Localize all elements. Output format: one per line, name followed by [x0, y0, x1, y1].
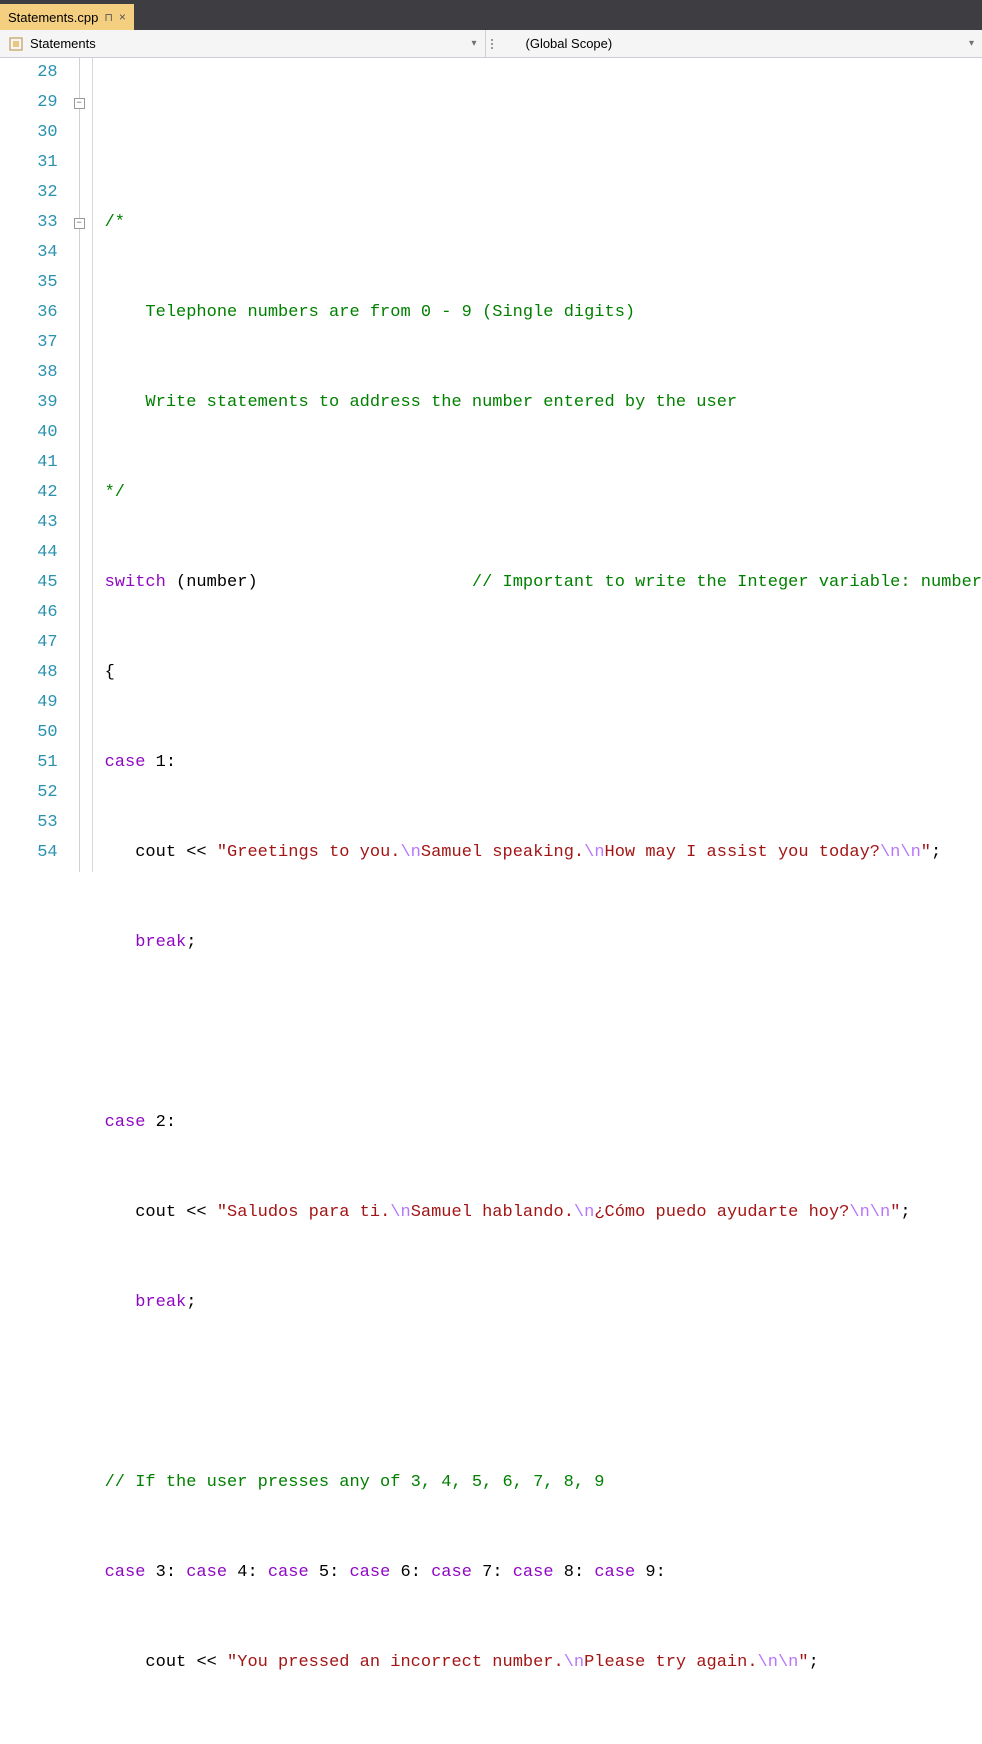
line-number: 37	[0, 328, 58, 358]
line-number: 35	[0, 268, 58, 298]
line-number: 46	[0, 598, 58, 628]
line-number: 29	[0, 88, 58, 118]
line-number: 52	[0, 778, 58, 808]
line-number: 30	[0, 118, 58, 148]
class-scope-label: Statements	[30, 36, 96, 51]
line-number: 48	[0, 658, 58, 688]
line-number: 40	[0, 418, 58, 448]
line-number: 31	[0, 148, 58, 178]
line-number: 42	[0, 478, 58, 508]
line-number: 54	[0, 838, 58, 868]
line-number: 38	[0, 358, 58, 388]
line-number-gutter: 2829303132333435363738394041424344454647…	[0, 58, 72, 872]
navigation-bar: Statements ▾ (Global Scope) ▾	[0, 30, 982, 58]
class-scope-dropdown[interactable]: Statements ▾	[0, 30, 486, 57]
line-number: 43	[0, 508, 58, 538]
pin-icon[interactable]: ⊓	[104, 11, 113, 24]
line-number: 53	[0, 808, 58, 838]
code-editor[interactable]: 2829303132333435363738394041424344454647…	[0, 58, 982, 872]
class-icon	[8, 36, 24, 52]
fold-toggle[interactable]: −	[74, 98, 85, 109]
tab-filename: Statements.cpp	[8, 10, 98, 25]
line-number: 33	[0, 208, 58, 238]
line-number: 39	[0, 388, 58, 418]
line-number: 36	[0, 298, 58, 328]
line-number: 45	[0, 568, 58, 598]
tab-bar: Statements.cpp ⊓ ×	[0, 0, 982, 30]
file-tab[interactable]: Statements.cpp ⊓ ×	[0, 4, 134, 30]
line-number: 44	[0, 538, 58, 568]
fold-toggle[interactable]: −	[74, 218, 85, 229]
line-number: 47	[0, 628, 58, 658]
splitter-grip[interactable]	[486, 39, 498, 49]
close-icon[interactable]: ×	[119, 10, 126, 24]
indent-guide	[89, 58, 102, 872]
chevron-down-icon: ▾	[969, 38, 974, 49]
code-area[interactable]: /* Telephone numbers are from 0 - 9 (Sin…	[103, 58, 982, 872]
line-number: 50	[0, 718, 58, 748]
line-number: 28	[0, 58, 58, 88]
line-number: 41	[0, 448, 58, 478]
member-scope-label: (Global Scope)	[526, 36, 613, 51]
fold-column: − −	[72, 58, 90, 872]
line-number: 34	[0, 238, 58, 268]
chevron-down-icon: ▾	[471, 38, 476, 49]
member-scope-dropdown[interactable]: (Global Scope) ▾	[498, 30, 982, 57]
line-number: 32	[0, 178, 58, 208]
line-number: 51	[0, 748, 58, 778]
line-number: 49	[0, 688, 58, 718]
